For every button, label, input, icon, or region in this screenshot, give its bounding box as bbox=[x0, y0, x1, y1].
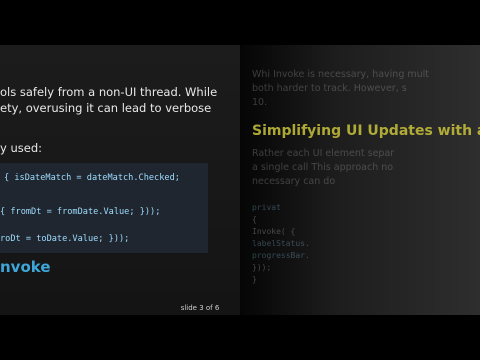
next-slide-heading: Simplifying UI Updates with a Sing bbox=[252, 123, 480, 139]
code-line-1-text: { isDateMatch = dateMatch.Checked; bbox=[4, 173, 180, 183]
next-code-line-2: { bbox=[252, 215, 257, 224]
next-code-line-6: })); bbox=[252, 263, 272, 272]
current-slide: ols safely from a non-UI thread. While e… bbox=[0, 45, 240, 315]
next-slide-preview: Whi Invoke is necessary, having mult bot… bbox=[240, 45, 480, 315]
next-paragraph2-line-3: necessary can do bbox=[252, 176, 336, 187]
next-paragraph-line-2: both harder to track. However, s bbox=[252, 83, 407, 94]
code-line-2: { fromDt = fromDate.Value; })); bbox=[0, 207, 161, 217]
slide-paragraph-line-2: ety, overusing it can lead to verbose bbox=[0, 101, 212, 115]
next-code-line-7: } bbox=[252, 275, 257, 284]
code-line-1: { isDateMatch = dateMatch.Checked; bbox=[4, 173, 180, 183]
code-block: { isDateMatch = dateMatch.Checked; { fro… bbox=[0, 163, 208, 253]
slide-paragraph-line-1: ols safely from a non-UI thread. While bbox=[0, 85, 218, 99]
next-paragraph2-line-2: a single call This approach no bbox=[252, 162, 394, 173]
code-line-3: roDt = toDate.Value; })); bbox=[0, 234, 130, 244]
slide-section-heading: nvoke bbox=[0, 258, 51, 276]
slide-intro-line: y used: bbox=[0, 141, 42, 155]
next-code-line-3: Invoke( { bbox=[252, 227, 296, 236]
next-code-line-1: privat bbox=[252, 203, 281, 212]
next-paragraph2-line-1: Rather each UI element separ bbox=[252, 148, 395, 159]
slide-counter: slide 3 of 6 bbox=[180, 304, 220, 312]
slide-viewer: ols safely from a non-UI thread. While e… bbox=[0, 45, 480, 315]
next-code-line-4: labelStatus. bbox=[252, 239, 310, 248]
next-paragraph-line-3: 10. bbox=[252, 97, 268, 108]
next-code-line-5: progressBar. bbox=[252, 251, 310, 260]
next-paragraph-line-1: Whi Invoke is necessary, having mult bbox=[252, 69, 430, 80]
